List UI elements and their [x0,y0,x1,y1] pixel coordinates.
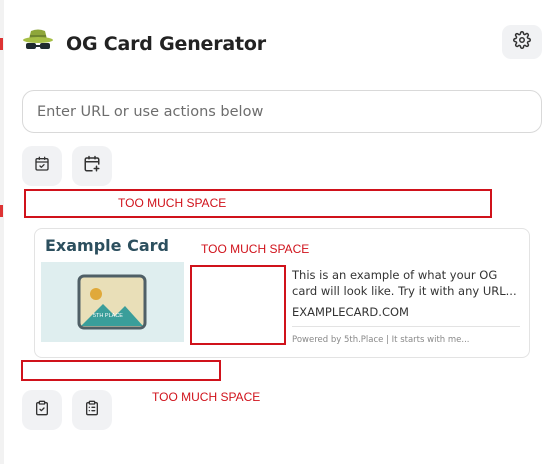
clipboard-list-button[interactable] [72,390,112,430]
settings-button[interactable] [502,25,542,59]
card-divider [292,326,520,327]
annotation-box [190,265,286,345]
annotation-label: TOO MUCH SPACE [152,390,261,404]
thumb-caption: 5TH PLACE [93,313,123,319]
edge-marker [0,38,3,50]
clipboard-check-button[interactable] [22,390,62,430]
url-input[interactable] [22,90,542,133]
card-domain: EXAMPLECARD.COM [292,305,409,319]
spy-hat-glasses-icon [22,27,54,57]
card-title: Example Card [45,236,169,255]
annotation-box [24,189,492,218]
card-footer: Powered by 5th.Place | It starts with me… [292,335,470,345]
edge-marker [0,205,3,217]
clipboard-list-icon [84,400,100,420]
calendar-add-icon [83,155,101,177]
annotation-label: TOO MUCH SPACE [201,242,310,256]
header: OG Card Generator [22,25,542,65]
card-description: This is an example of what your OG card … [292,268,517,298]
app-title: OG Card Generator [66,33,266,55]
annotation-label: TOO MUCH SPACE [118,196,227,210]
image-placeholder-icon [41,262,184,342]
annotation-box [21,360,221,381]
left-window-edge [0,0,4,464]
clipboard-check-icon [34,400,50,420]
card-thumbnail: 5TH PLACE [41,262,184,342]
gear-icon [513,31,531,53]
calendar-add-button[interactable] [72,146,112,186]
calendar-check-icon [34,156,50,176]
calendar-check-button[interactable] [22,146,62,186]
